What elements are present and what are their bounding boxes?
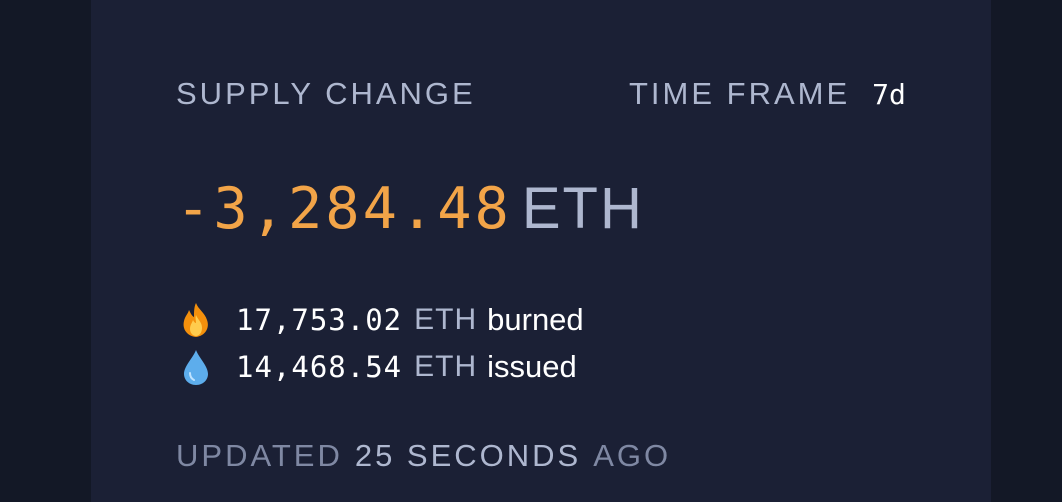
supply-change-unit: ETH xyxy=(521,176,644,241)
burned-label: burned xyxy=(487,302,584,337)
issued-label: issued xyxy=(487,349,577,384)
updated-suffix: AGO xyxy=(593,438,672,473)
burned-amount: 17,753.02 xyxy=(236,303,403,337)
page: SUPPLY CHANGE TIME FRAME 7d -3,284.48 ET… xyxy=(0,0,1062,502)
supply-change-card: SUPPLY CHANGE TIME FRAME 7d -3,284.48 ET… xyxy=(91,0,991,502)
droplet-icon xyxy=(176,347,216,387)
time-frame-value[interactable]: 7d xyxy=(872,79,906,111)
burned-unit: ETH xyxy=(414,303,478,336)
time-frame-label: TIME FRAME xyxy=(629,76,851,111)
supply-change-value: -3,284.48 xyxy=(176,176,512,242)
burned-row: 17,753.02 ETH burned xyxy=(176,300,584,340)
supply-change-amount: -3,284.48 ETH xyxy=(176,176,644,242)
supply-change-label: SUPPLY CHANGE xyxy=(176,76,476,111)
issued-amount: 14,468.54 xyxy=(236,350,403,384)
updated-value: 25 SECONDS xyxy=(354,438,582,473)
time-frame-selector[interactable]: TIME FRAME 7d xyxy=(629,78,906,111)
fire-icon xyxy=(176,300,216,340)
issued-unit: ETH xyxy=(414,350,478,383)
issued-row: 14,468.54 ETH issued xyxy=(176,347,577,387)
updated-timestamp: UPDATED 25 SECONDS AGO xyxy=(176,440,671,472)
updated-prefix: UPDATED xyxy=(176,438,343,473)
